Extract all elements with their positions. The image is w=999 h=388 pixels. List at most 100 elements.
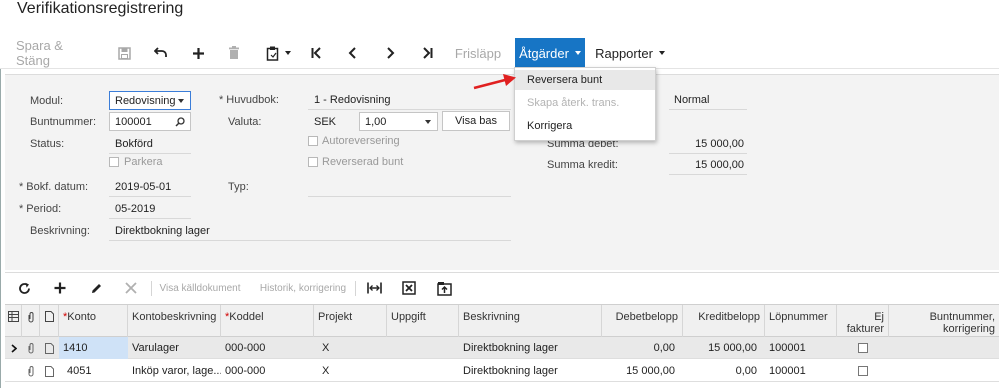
cell-credit[interactable]: 0,00 xyxy=(683,360,761,382)
attachment-icon[interactable] xyxy=(22,337,40,359)
cell-task[interactable] xyxy=(387,360,459,382)
auto-reverse-checkbox[interactable] xyxy=(308,136,318,146)
actions-dropdown-menu: Reversera bunt Skapa återk. trans. Korri… xyxy=(514,67,656,141)
note-icon xyxy=(40,305,59,337)
period-label-text: Period: xyxy=(26,203,62,215)
cell-ref-number[interactable]: 100001 xyxy=(765,360,837,382)
batch-number-field[interactable]: 100001 xyxy=(109,112,191,131)
type-label: Typ: xyxy=(228,181,249,193)
column-header-account[interactable]: *Konto xyxy=(59,305,128,337)
column-header-task[interactable]: Uppgift xyxy=(387,305,459,337)
menu-item-reverse-batch[interactable]: Reversera bunt xyxy=(515,70,655,90)
cell-non-billable[interactable] xyxy=(837,360,889,382)
cell-debit[interactable]: 0,00 xyxy=(602,337,679,359)
column-header-project[interactable]: Projekt xyxy=(314,305,387,337)
column-header-batch-correction[interactable]: Buntnummer, korrigering xyxy=(889,305,999,337)
cell-account[interactable]: 1410 xyxy=(59,337,128,359)
column-header-non-billable[interactable]: Ej fakturer xyxy=(837,305,889,337)
post-date-value[interactable]: 2019-05-01 xyxy=(115,181,171,193)
ledger-value[interactable]: 1 - Redovisning xyxy=(314,94,390,106)
column-header-credit[interactable]: Kreditbelopp xyxy=(683,305,765,337)
column-header-ref-number[interactable]: Löpnummer xyxy=(765,305,837,337)
menu-item-create-recurring[interactable]: Skapa återk. trans. xyxy=(515,93,655,113)
note-icon[interactable] xyxy=(40,360,59,382)
park-checkbox[interactable] xyxy=(109,157,119,167)
edit-icon[interactable] xyxy=(85,273,107,303)
period-value[interactable]: 05-2019 xyxy=(115,203,155,215)
cell-project[interactable]: X xyxy=(314,337,387,359)
note-icon[interactable] xyxy=(40,337,59,359)
divider xyxy=(669,174,747,175)
description-label: Beskrivning: xyxy=(30,225,90,237)
fit-columns-icon[interactable] xyxy=(362,273,386,303)
column-header-account-desc[interactable]: Kontobeskrivning xyxy=(128,305,221,337)
prev-icon[interactable] xyxy=(340,38,366,68)
save-close-button[interactable]: Spara & Stäng xyxy=(8,38,102,68)
status-value: Bokförd xyxy=(115,138,153,150)
add-row-icon[interactable] xyxy=(49,273,71,303)
auto-reverse-label: Autoreversering xyxy=(322,135,400,147)
cell-subaccount[interactable]: 000-000 xyxy=(221,360,314,382)
release-button[interactable]: Frisläpp xyxy=(449,38,507,68)
view-source-document-button[interactable]: Visa källdokument xyxy=(155,273,245,303)
clipboard-icon[interactable] xyxy=(262,38,294,68)
cell-debit[interactable]: 15 000,00 xyxy=(602,360,679,382)
ledger-label: * Huvudbok: xyxy=(219,94,279,106)
actions-label: Åtgärder xyxy=(519,45,569,61)
status-label: Status: xyxy=(30,138,65,150)
page-title: Verifikationsregistrering xyxy=(17,0,184,17)
park-label: Parkera xyxy=(124,156,163,168)
reports-menu-button[interactable]: Rapporter xyxy=(590,38,670,68)
column-header-debit[interactable]: Debetbelopp xyxy=(602,305,683,337)
view-base-button[interactable]: Visa bas xyxy=(442,111,510,131)
credit-total-label: Summa kredit: xyxy=(547,159,618,171)
cell-ref-number[interactable]: 100001 xyxy=(765,337,837,359)
column-header-subaccount[interactable]: *Koddel xyxy=(221,305,314,337)
table-row[interactable]: 1410 Varulager 000-000 X Direktbokning l… xyxy=(5,337,999,359)
delete-row-icon[interactable] xyxy=(120,273,142,303)
debit-total-value: 15 000,00 xyxy=(695,138,744,150)
chevron-down-icon xyxy=(284,51,291,55)
history-correction-button[interactable]: Historik, korrigering xyxy=(255,273,351,303)
export-excel-icon[interactable] xyxy=(397,273,421,303)
menu-item-correct[interactable]: Korrigera xyxy=(515,116,655,136)
reversed-batch-checkbox[interactable] xyxy=(308,157,318,167)
grid-settings-icon[interactable] xyxy=(5,305,22,337)
cell-description[interactable]: Direktbokning lager xyxy=(459,360,602,382)
column-header-subaccount-text: Koddel xyxy=(229,311,264,323)
table-row[interactable]: 4051 Inköp varor, lage... 000-000 X Dire… xyxy=(5,360,999,382)
cell-project[interactable]: X xyxy=(314,360,387,382)
cell-non-billable[interactable] xyxy=(837,337,889,359)
description-value[interactable]: Direktbokning lager xyxy=(115,225,210,237)
cell-subaccount[interactable]: 000-000 xyxy=(221,337,314,359)
title-bar: Verifikationsregistrering xyxy=(0,0,999,38)
add-icon[interactable] xyxy=(185,38,211,68)
rate-select[interactable]: 1,00 xyxy=(359,112,438,131)
cell-account[interactable]: 4051 xyxy=(59,360,128,382)
type-value[interactable]: Normal xyxy=(674,94,709,106)
cell-task[interactable] xyxy=(387,337,459,359)
refresh-icon[interactable] xyxy=(13,273,35,303)
divider xyxy=(308,109,511,110)
upload-icon[interactable] xyxy=(432,273,456,303)
save-icon[interactable] xyxy=(111,38,137,68)
actions-menu-button[interactable]: Åtgärder xyxy=(515,38,585,68)
last-icon[interactable] xyxy=(414,38,440,68)
next-icon[interactable] xyxy=(377,38,403,68)
currency-value[interactable]: SEK xyxy=(314,116,336,128)
cell-description[interactable]: Direktbokning lager xyxy=(459,337,602,359)
first-icon[interactable] xyxy=(304,38,330,68)
cell-account-desc[interactable]: Inköp varor, lage... xyxy=(128,360,221,382)
cell-account-desc[interactable]: Varulager xyxy=(128,337,221,359)
module-select[interactable]: Redovisning xyxy=(109,91,191,110)
separator xyxy=(355,281,356,296)
module-value: Redovisning xyxy=(115,94,176,107)
non-billable-checkbox[interactable] xyxy=(858,343,868,353)
reports-label: Rapporter xyxy=(595,45,653,61)
non-billable-checkbox[interactable] xyxy=(858,366,868,376)
attachment-icon[interactable] xyxy=(22,360,40,382)
cell-credit[interactable]: 15 000,00 xyxy=(683,337,761,359)
column-header-description[interactable]: Beskrivning xyxy=(459,305,602,337)
undo-icon[interactable] xyxy=(148,38,174,68)
delete-icon[interactable] xyxy=(221,38,247,68)
